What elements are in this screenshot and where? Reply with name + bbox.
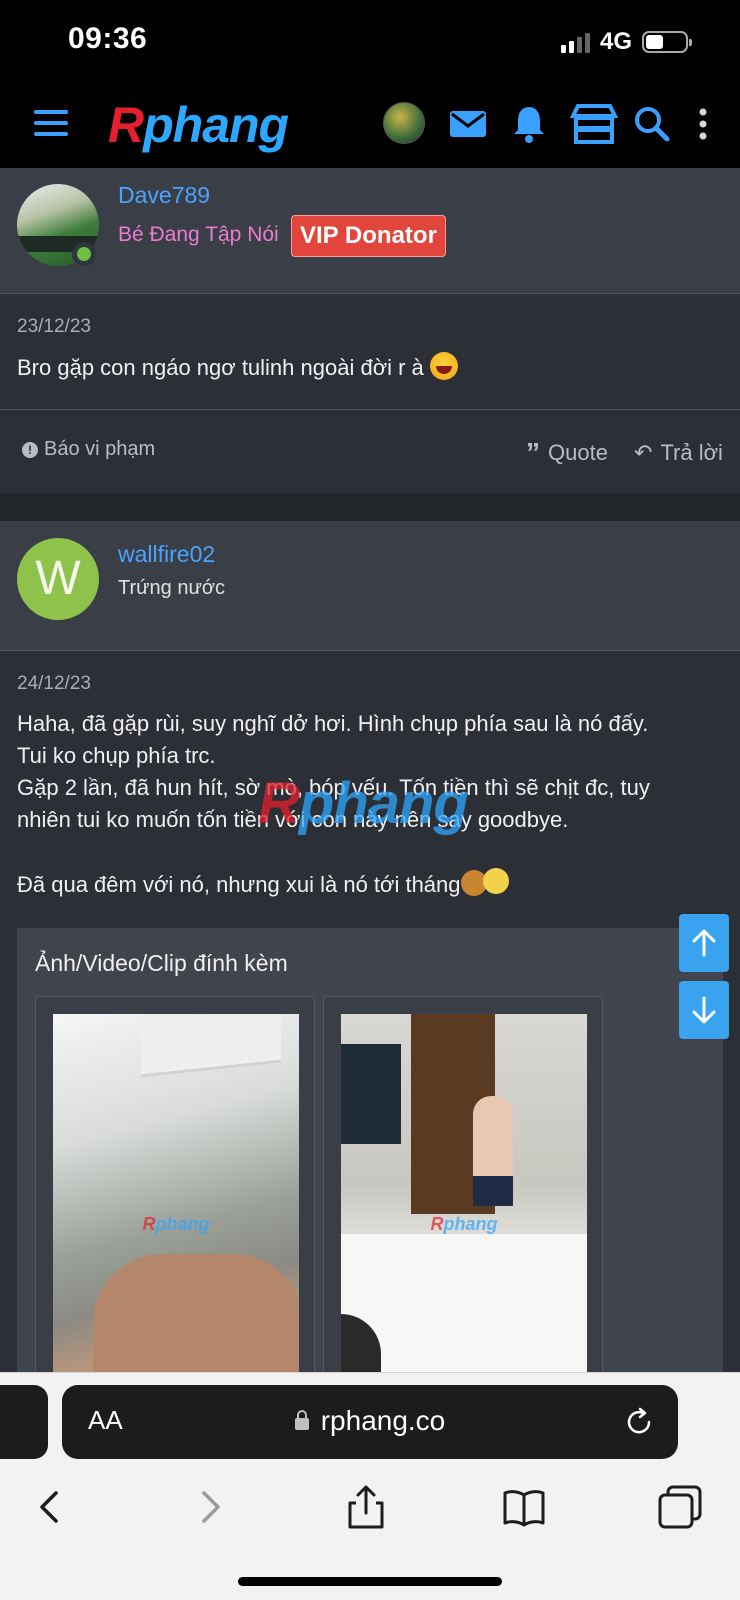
battery-icon <box>642 31 692 53</box>
post-message-text: Bro gặp con ngáo ngơ tulinh ngoài đời r … <box>17 355 424 380</box>
post-message: Bro gặp con ngáo ngơ tulinh ngoài đời r … <box>17 352 458 384</box>
online-status-icon <box>72 242 96 266</box>
user-title: Trứng nước <box>118 577 225 599</box>
attachment-image[interactable]: Rphang <box>53 1014 299 1394</box>
post-line: nhiên tui ko muốn tốn tiền với con này n… <box>17 807 569 832</box>
watermark-logo: Rphang <box>430 1214 498 1234</box>
post-date[interactable]: 24/12/23 <box>17 673 91 695</box>
post-author-block: Dave789 Bé Đang Tập Nói VIP Donator <box>0 168 740 294</box>
back-icon[interactable] <box>26 1483 74 1531</box>
post-author-block: W wallfire02 Trứng nước <box>0 521 740 651</box>
site-logo[interactable]: Rphang <box>108 96 289 154</box>
scroll-bottom-button[interactable] <box>679 981 729 1039</box>
bookmarks-icon[interactable] <box>500 1483 548 1531</box>
bell-icon[interactable] <box>507 102 551 146</box>
post-body: 23/12/23 Bro gặp con ngáo ngơ tulinh ngo… <box>0 295 740 410</box>
scroll-top-button[interactable] <box>679 914 729 972</box>
vip-badge: VIP Donator <box>291 215 446 257</box>
post-date[interactable]: 23/12/23 <box>17 316 91 338</box>
url-text: rphang.co <box>320 1405 446 1436</box>
store-icon[interactable] <box>569 102 619 146</box>
menu-icon[interactable] <box>34 110 68 136</box>
post-line: Đã qua đêm với nó, nhưng xui là nó tới t… <box>17 872 461 897</box>
username[interactable]: Dave789 <box>118 182 210 209</box>
network-type: 4G <box>599 28 632 55</box>
post-separator <box>0 493 740 521</box>
quote-icon: ” <box>526 437 540 468</box>
post-message: Haha, đã gặp rùi, suy nghĩ dở hơi. Hình … <box>17 708 650 901</box>
attachment-thumbnail[interactable]: Rphang <box>35 996 315 1396</box>
url-display[interactable]: rphang.co <box>62 1405 678 1437</box>
mail-icon[interactable] <box>446 102 490 146</box>
lock-icon <box>294 1410 309 1430</box>
report-label: Báo vi phạm <box>44 438 156 460</box>
share-icon[interactable] <box>342 1483 390 1531</box>
laughing-emoji-icon <box>429 352 458 380</box>
status-time: 09:36 <box>68 22 148 55</box>
reload-icon[interactable] <box>622 1405 656 1439</box>
previous-tab[interactable] <box>0 1385 48 1459</box>
post-line-last: Đã qua đêm với nó, nhưng xui là nó tới t… <box>17 868 650 901</box>
home-indicator[interactable] <box>238 1577 502 1586</box>
more-vertical-icon[interactable] <box>688 102 718 146</box>
reply-icon: ↶ <box>634 440 653 465</box>
arrow-down-icon <box>692 996 716 1024</box>
signal-icon <box>560 31 590 53</box>
reply-button[interactable]: ↶ Trả lời <box>634 440 723 466</box>
tabs-icon[interactable] <box>656 1483 704 1531</box>
status-indicators: 4G <box>560 28 692 56</box>
attachment-thumbnail[interactable]: Rphang <box>323 996 603 1396</box>
browser-toolbar: AA rphang.co <box>0 1372 740 1600</box>
user-title: Bé Đang Tập Nói <box>118 223 279 246</box>
reply-label: Trả lời <box>660 440 723 465</box>
address-bar[interactable]: AA rphang.co <box>62 1385 678 1459</box>
watermark-logo: Rphang <box>142 1214 210 1234</box>
alert-icon: ! <box>22 441 38 458</box>
app-header: Rphang <box>0 84 740 168</box>
attachments-block: Ảnh/Video/Clip đính kèm Rphang Rphang <box>17 928 723 1396</box>
forward-icon[interactable] <box>186 1483 234 1531</box>
period-emoji-icon <box>460 868 511 896</box>
attachments-title: Ảnh/Video/Clip đính kèm <box>35 950 288 976</box>
post-line: Haha, đã gặp rùi, suy nghĩ dở hơi. Hình … <box>17 711 649 736</box>
report-button[interactable]: ! Báo vi phạm <box>22 438 155 461</box>
quote-label: Quote <box>548 440 608 465</box>
username[interactable]: wallfire02 <box>118 541 215 568</box>
avatar[interactable]: W <box>17 538 99 620</box>
arrow-up-icon <box>692 929 716 957</box>
post-actions: ! Báo vi phạm ” Quote ↶ Trả lời <box>0 410 740 493</box>
status-bar: 09:36 4G <box>0 0 740 84</box>
search-icon[interactable] <box>633 102 671 146</box>
post-body: 24/12/23 Haha, đã gặp rùi, suy nghĩ dở h… <box>0 652 740 1396</box>
post-line: Tui ko chụp phía trc. <box>17 743 216 768</box>
attachment-image[interactable]: Rphang <box>341 1014 587 1394</box>
user-avatar[interactable] <box>383 102 425 144</box>
quote-button[interactable]: ” Quote <box>526 437 608 468</box>
post-line: Gặp 2 lần, đã hun hít, sờ mò, bóp vếu. T… <box>17 775 650 800</box>
